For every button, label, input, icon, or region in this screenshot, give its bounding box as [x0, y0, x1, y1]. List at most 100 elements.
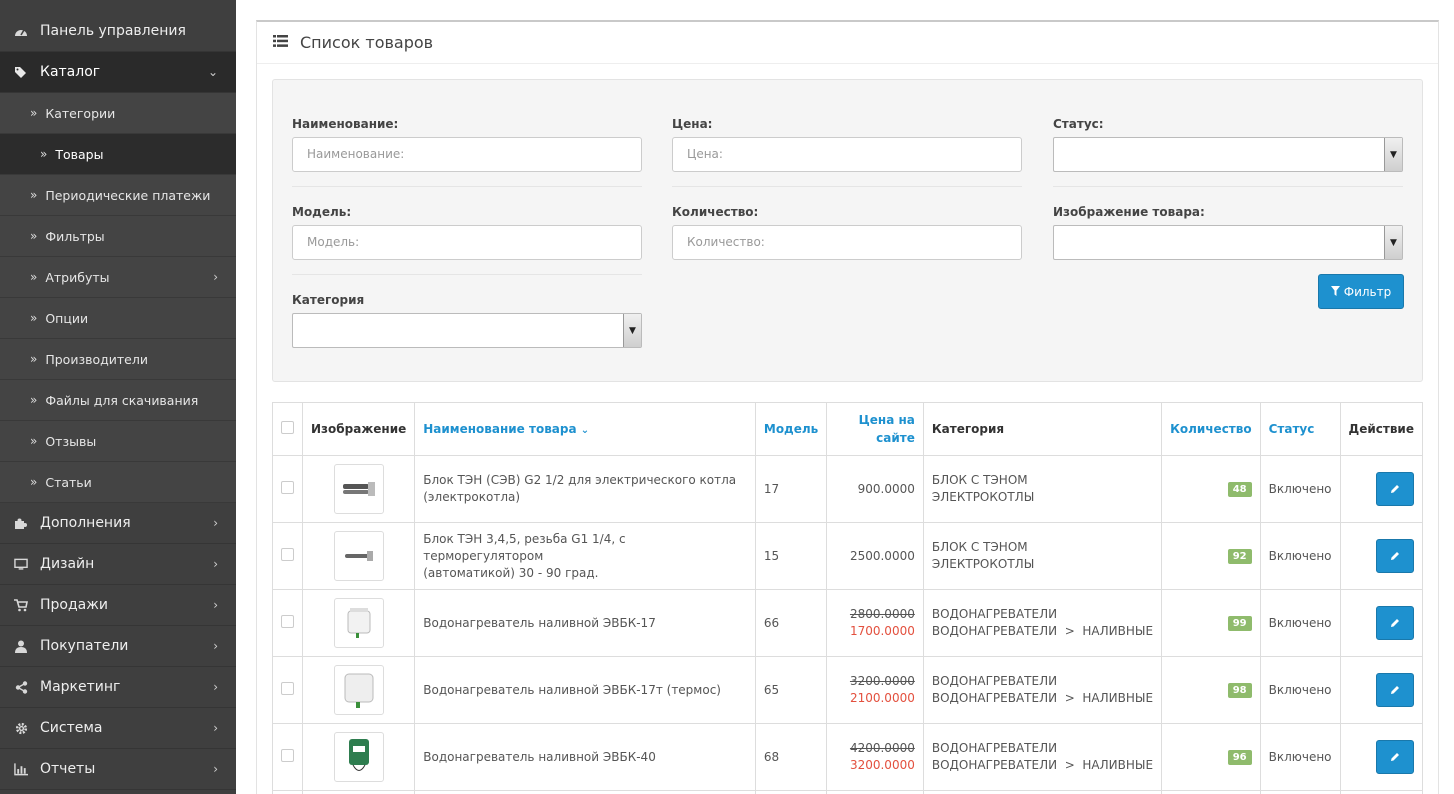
quantity-cell: 48 [1161, 455, 1261, 523]
old-price-value: 3200.0000 [849, 674, 915, 688]
sidebar-item-options[interactable]: » Опции [0, 298, 236, 339]
row-checkbox[interactable] [281, 615, 294, 628]
column-price-label-1: Цена на [858, 413, 915, 427]
filter-name-input[interactable]: Наименование: [292, 137, 642, 172]
image-cell [301, 455, 416, 523]
sidebar-item-catalog[interactable]: Каталог ⌄ [0, 52, 236, 93]
quantity-cell: 99 [1161, 589, 1261, 657]
action-cell [1339, 455, 1424, 523]
edit-button[interactable] [1376, 539, 1414, 573]
special-price-value: 3200.0000 [849, 758, 915, 772]
column-name-sort[interactable]: Наименование товара ⌄ [414, 402, 756, 456]
row-checkbox[interactable] [281, 749, 294, 762]
filter-status-select[interactable]: ▼ [1053, 137, 1403, 172]
select-cell [272, 589, 303, 657]
filter-price-input[interactable]: Цена: [672, 137, 1022, 172]
sidebar-item-recurring[interactable]: » Периодические платежи [0, 175, 236, 216]
sidebar-item-design[interactable]: Дизайн › [0, 544, 236, 585]
sidebar: Панель управления Каталог ⌄ » Категории »… [0, 0, 236, 794]
image-cell [301, 656, 416, 724]
column-quantity-sort[interactable]: Количество [1161, 402, 1261, 456]
table-row: Водонагреватель наливной ЭВБК-40 68 4200… [272, 723, 1424, 791]
product-name-line2: (электрокотла) [423, 490, 521, 504]
status-cell: Включено [1259, 656, 1341, 724]
page-title: Список товаров [300, 33, 434, 52]
sidebar-item-manufacturers[interactable]: » Производители [0, 339, 236, 380]
category-line2: ВОДОНАГРЕВАТЕЛИ > НАЛИВНЫЕ [931, 691, 1154, 705]
category-line2: ЭЛЕКТРОКОТЛЫ [931, 490, 1035, 504]
product-name-line2: (автоматикой) 30 - 90 град. [423, 565, 599, 580]
double-chevron-icon: » [30, 270, 38, 284]
action-cell [1339, 522, 1424, 590]
edit-button[interactable] [1376, 740, 1414, 774]
category-line1: ВОДОНАГРЕВАТЕЛИ [931, 674, 1058, 688]
panel-heading: Список товаров [257, 22, 1438, 64]
sidebar-item-products[interactable]: » Товары [0, 134, 236, 175]
edit-button[interactable] [1376, 673, 1414, 707]
filter-quantity-input[interactable]: Количество: [672, 225, 1022, 260]
sidebar-item-categories[interactable]: » Категории [0, 93, 236, 134]
model-cell: 65 [754, 656, 828, 724]
row-checkbox[interactable] [281, 481, 294, 494]
sidebar-item-label: Отзывы [45, 433, 97, 449]
column-action: Действие [1339, 402, 1424, 456]
filter-quantity-group: Количество: Количество: [672, 205, 1022, 260]
filter-category-select[interactable]: ▼ [292, 313, 642, 348]
puzzle-icon [14, 516, 28, 530]
price-cell: 2500.0000 [826, 522, 924, 590]
category-cell: БЛОК С ТЭНОМ ЭЛЕКТРОКОТЛЫ [922, 455, 1163, 523]
row-checkbox[interactable] [281, 682, 294, 695]
product-list-panel: Список товаров Наименование: Наименовани… [256, 20, 1439, 794]
divider [672, 186, 1022, 187]
sort-caret-icon: ⌄ [580, 425, 590, 436]
sidebar-item-label: Производители [45, 351, 148, 367]
sidebar-item-customers[interactable]: Покупатели › [0, 626, 236, 667]
sidebar-item-system[interactable]: Система › [0, 708, 236, 749]
table-row: Блок ТЭН (СЭВ) G2 1/2 для электрического… [272, 455, 1424, 523]
price-cell: 900.0000 [826, 455, 924, 523]
category-line1: ВОДОНАГРЕВАТЕЛИ [931, 741, 1058, 755]
column-model-sort[interactable]: Модель [754, 402, 828, 456]
quantity-cell: 98 [1161, 656, 1261, 724]
name-cell: Водонагреватель наливной ЭВБК-17т (термо… [414, 656, 756, 724]
double-chevron-icon: » [30, 475, 38, 489]
filter-panel: Наименование: Наименование: Модель: Моде… [272, 79, 1423, 382]
sidebar-item-filters[interactable]: » Фильтры [0, 216, 236, 257]
edit-button[interactable] [1376, 472, 1414, 506]
select-cell [272, 522, 303, 590]
column-status-sort[interactable]: Статус [1259, 402, 1341, 456]
sidebar-item-downloads[interactable]: » Файлы для скачивания [0, 380, 236, 421]
filter-model-input[interactable]: Модель: [292, 225, 642, 260]
sidebar-item-articles[interactable]: » Статьи [0, 462, 236, 503]
chevron-right-icon: › [213, 270, 218, 284]
product-table: Изображение Наименование товара ⌄ Модель… [272, 402, 1424, 794]
sidebar-item-attributes[interactable]: » Атрибуты › [0, 257, 236, 298]
column-price-sort[interactable]: Цена на сайте [826, 402, 924, 456]
select-all-checkbox[interactable] [281, 421, 294, 434]
user-icon [14, 639, 28, 653]
category-line1: ВОДОНАГРЕВАТЕЛИ [931, 607, 1058, 621]
sidebar-item-label: Статьи [45, 474, 92, 490]
sidebar-item-dashboard[interactable]: Панель управления [0, 0, 236, 52]
sidebar-item-label: Фильтры [45, 228, 105, 244]
category-cell: ВОДОНАГРЕВАТЕЛИ ВОДОНАГРЕВАТЕЛИ > НАЛИВНЫ… [922, 656, 1163, 724]
filter-image-select[interactable]: ▼ [1053, 225, 1403, 260]
select-arrow-icon: ▼ [1384, 138, 1402, 171]
row-checkbox[interactable] [281, 548, 294, 561]
model-cell: 17 [754, 455, 828, 523]
sidebar-item-reviews[interactable]: » Отзывы [0, 421, 236, 462]
filter-model-group: Модель: Модель: [292, 205, 642, 260]
sidebar-item-reports[interactable]: Отчеты › [0, 749, 236, 790]
sidebar-item-sales[interactable]: Продажи › [0, 585, 236, 626]
filter-button[interactable]: Фильтр [1318, 274, 1404, 309]
category-line2: ЭЛЕКТРОКОТЛЫ [931, 557, 1035, 571]
sidebar-item-label: Атрибуты [45, 269, 110, 285]
sidebar-item-marketing[interactable]: Маркетинг › [0, 667, 236, 708]
edit-button[interactable] [1376, 606, 1414, 640]
chevron-right-icon: › [213, 598, 218, 612]
divider [1053, 186, 1403, 187]
double-chevron-icon: » [40, 147, 48, 161]
product-name: Водонагреватель наливной ЭВБК-40 [423, 750, 656, 764]
sidebar-item-extensions[interactable]: Дополнения › [0, 503, 236, 544]
list-icon [273, 34, 288, 51]
